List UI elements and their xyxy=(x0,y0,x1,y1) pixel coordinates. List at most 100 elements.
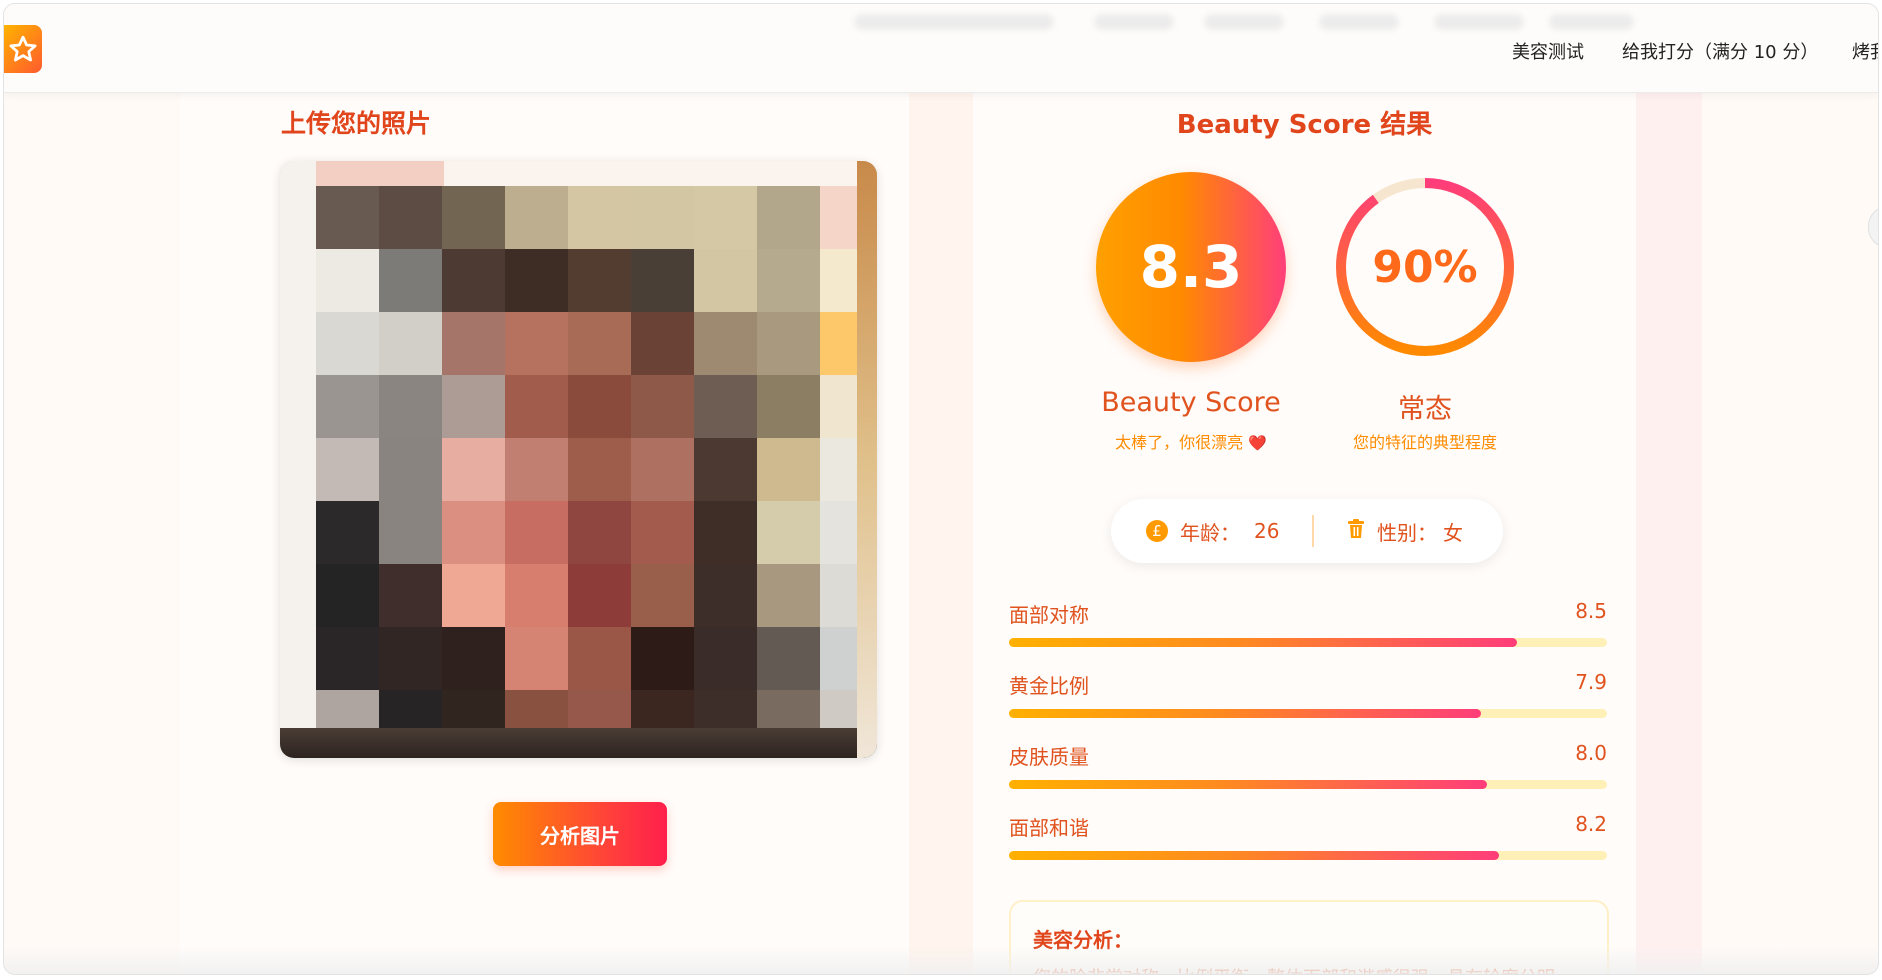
feature-track xyxy=(1009,638,1607,647)
pixel-cell xyxy=(568,501,631,564)
photo-edge xyxy=(280,161,316,758)
typicality-percent: 90% xyxy=(1372,241,1478,293)
pixel-cell xyxy=(316,501,379,564)
feature-score: 7.9 xyxy=(1575,670,1607,694)
beauty-score-subtext: 太棒了，你很漂亮 ❤️ xyxy=(1086,429,1296,453)
side-scroll-handle[interactable] xyxy=(1868,206,1878,248)
pixel-cell xyxy=(379,249,442,312)
pixel-cell xyxy=(757,501,820,564)
pixel-cell xyxy=(631,186,694,249)
feature-track xyxy=(1009,780,1607,789)
beauty-score-label: Beauty Score xyxy=(1101,387,1281,418)
pixel-cell xyxy=(316,375,379,438)
beauty-score-circle: 8.3 xyxy=(1096,172,1286,362)
pixel-cell xyxy=(757,249,820,312)
pixel-cell xyxy=(631,312,694,375)
nav-beauty-test[interactable]: 美容测试 xyxy=(1512,38,1584,64)
feature-name: 黄金比例 xyxy=(1009,674,1089,698)
upload-title: 上传您的照片 xyxy=(281,109,432,138)
feature-fill xyxy=(1009,780,1488,789)
feature-name: 面部对称 xyxy=(1009,603,1089,627)
blurred-nav-item xyxy=(1319,14,1399,30)
photo-bottom-edge xyxy=(280,728,877,758)
pixel-cell xyxy=(568,249,631,312)
feature-name: 皮肤质量 xyxy=(1009,745,1089,769)
pill-divider xyxy=(1312,515,1314,547)
feature-score: 8.2 xyxy=(1575,812,1607,836)
age-info: £ 年龄： 26 xyxy=(1146,499,1279,563)
pixel-cell xyxy=(694,186,757,249)
pixel-cell xyxy=(442,627,505,690)
pixel-cell xyxy=(631,627,694,690)
pixel-cell xyxy=(316,186,379,249)
age-icon: £ xyxy=(1146,520,1168,542)
feature-bar-golden-ratio: 黄金比例 7.9 xyxy=(1009,670,1607,718)
star-logo-icon[interactable] xyxy=(4,25,42,73)
pixel-cell xyxy=(505,564,568,627)
gender-info: 性别： 女 xyxy=(1347,499,1463,563)
blurred-nav-item xyxy=(854,14,1054,30)
pixel-cell xyxy=(631,438,694,501)
feature-fill xyxy=(1009,638,1518,647)
pixel-cell xyxy=(442,564,505,627)
pixel-cell xyxy=(505,249,568,312)
pixel-cell xyxy=(757,312,820,375)
photo-patch xyxy=(316,161,444,186)
feature-fill xyxy=(1009,709,1482,718)
pixel-cell xyxy=(316,564,379,627)
pixel-cell xyxy=(316,249,379,312)
pixel-cell xyxy=(631,501,694,564)
pixel-cell xyxy=(316,312,379,375)
pixel-cell xyxy=(379,312,442,375)
pixel-cell xyxy=(442,438,505,501)
top-header: 美容测试 给我打分（满分 10 分） 烤我 xyxy=(4,4,1878,93)
photo-top-edge xyxy=(316,161,857,186)
pixel-cell xyxy=(442,249,505,312)
feature-name: 面部和谐 xyxy=(1009,816,1089,840)
nav-roast-me[interactable]: 烤我 xyxy=(1852,38,1878,64)
pixel-cell xyxy=(442,186,505,249)
pixel-cell xyxy=(694,312,757,375)
pixel-cell xyxy=(568,375,631,438)
pixelated-face xyxy=(316,186,877,753)
feature-bar-symmetry: 面部对称 8.5 xyxy=(1009,599,1607,647)
pixel-cell xyxy=(694,375,757,438)
typicality-label: 常态 xyxy=(1398,394,1452,425)
pixel-cell xyxy=(757,375,820,438)
feature-track xyxy=(1009,851,1607,860)
feature-bar-skin-quality: 皮肤质量 8.0 xyxy=(1009,741,1607,789)
pixel-cell xyxy=(316,438,379,501)
gender-label: 性别： xyxy=(1377,520,1437,545)
pixel-cell xyxy=(442,312,505,375)
pixel-cell xyxy=(505,186,568,249)
pixel-cell xyxy=(505,438,568,501)
pixel-cell xyxy=(379,501,442,564)
nav-rate-me[interactable]: 给我打分（满分 10 分） xyxy=(1622,38,1818,64)
pixel-cell xyxy=(379,375,442,438)
bottom-fade xyxy=(4,946,1878,974)
pixel-cell xyxy=(568,564,631,627)
pixel-cell xyxy=(694,627,757,690)
blurred-nav-item xyxy=(1204,14,1284,30)
background-strip xyxy=(909,4,973,974)
uploaded-photo[interactable] xyxy=(280,161,877,758)
pixel-cell xyxy=(757,564,820,627)
pixel-cell xyxy=(757,627,820,690)
pixel-cell xyxy=(379,564,442,627)
pixel-cell xyxy=(442,501,505,564)
pixel-cell xyxy=(694,438,757,501)
pixel-cell xyxy=(631,375,694,438)
pixel-cell xyxy=(631,564,694,627)
pixel-cell xyxy=(505,312,568,375)
gender-value: 女 xyxy=(1443,520,1463,545)
pixel-cell xyxy=(757,438,820,501)
trash-icon xyxy=(1347,518,1365,544)
background-strip xyxy=(1636,4,1702,974)
analyze-image-button[interactable]: 分析图片 xyxy=(493,802,667,866)
blurred-nav-item xyxy=(1094,14,1174,30)
pixel-cell xyxy=(568,627,631,690)
pixel-cell xyxy=(505,501,568,564)
typicality-subtext: 您的特征的典型程度 xyxy=(1352,433,1497,452)
heart-icon: ❤️ xyxy=(1248,434,1267,452)
pixel-cell xyxy=(505,627,568,690)
